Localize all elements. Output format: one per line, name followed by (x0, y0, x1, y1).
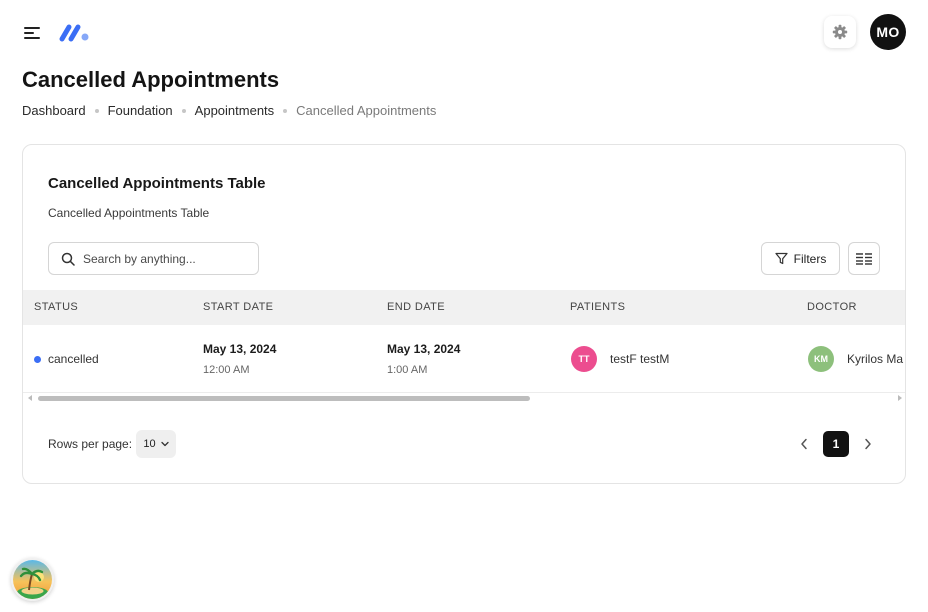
previous-page-button[interactable] (795, 434, 813, 454)
filters-label: Filters (793, 251, 827, 266)
filter-icon (775, 252, 788, 265)
start-date: May 13, 2024 (203, 342, 277, 356)
breadcrumb: Dashboard Foundation Appointments Cancel… (22, 103, 436, 118)
gear-icon (832, 24, 848, 40)
search-icon (61, 252, 75, 266)
breadcrumb-foundation[interactable]: Foundation (108, 103, 173, 118)
search-box[interactable] (48, 242, 259, 275)
chevron-right-icon (865, 438, 871, 450)
column-view-button[interactable] (848, 242, 880, 275)
appointments-card: Cancelled Appointments Table Cancelled A… (22, 144, 906, 484)
status-dot (34, 355, 41, 363)
horizontal-scrollbar[interactable] (23, 393, 905, 404)
column-header-end-date[interactable]: END DATE (387, 301, 445, 313)
palm-island-icon (13, 560, 52, 599)
chevron-left-icon (801, 438, 807, 450)
rows-per-page-select[interactable]: 10 (136, 430, 176, 458)
breadcrumb-dashboard[interactable]: Dashboard (22, 103, 86, 118)
end-time: 1:00 AM (387, 364, 428, 376)
top-bar: MO (0, 0, 928, 64)
card-subtitle: Cancelled Appointments Table (48, 206, 210, 220)
scroll-left-arrow-icon[interactable] (28, 395, 32, 401)
breadcrumb-separator (283, 108, 288, 113)
rows-per-page-value: 10 (143, 438, 156, 450)
card-title: Cancelled Appointments Table (48, 175, 266, 192)
settings-button[interactable] (824, 16, 856, 48)
patient-name[interactable]: testF testM (610, 352, 669, 366)
island-assistant-button[interactable] (11, 558, 54, 601)
column-layout-icon (856, 252, 872, 265)
breadcrumb-appointments[interactable]: Appointments (195, 103, 275, 118)
filters-button[interactable]: Filters (761, 242, 840, 275)
next-page-button[interactable] (859, 434, 877, 454)
start-time: 12:00 AM (203, 364, 250, 376)
breadcrumb-separator (94, 108, 99, 113)
doctor-name[interactable]: Kyrilos Ma (847, 352, 903, 366)
doctor-avatar: KM (808, 346, 834, 372)
status-text: cancelled (48, 352, 99, 366)
page-title: Cancelled Appointments (22, 67, 280, 92)
breadcrumb-current: Cancelled Appointments (296, 103, 437, 118)
chevron-down-icon (160, 441, 169, 447)
column-header-patients[interactable]: PATIENTS (570, 301, 625, 313)
patient-avatar: TT (571, 346, 597, 372)
end-date: May 13, 2024 (387, 342, 461, 356)
brand-logo-icon[interactable] (58, 22, 92, 44)
status-cell: cancelled (34, 352, 99, 366)
column-header-doctor[interactable]: DOCTOR (807, 301, 857, 313)
scroll-right-arrow-icon[interactable] (898, 395, 902, 401)
column-header-status[interactable]: STATUS (34, 301, 78, 313)
breadcrumb-separator (181, 108, 186, 113)
rows-per-page-label: Rows per page: (48, 437, 133, 451)
hamburger-menu-icon[interactable] (22, 22, 44, 42)
search-input[interactable] (83, 251, 243, 266)
column-header-start-date[interactable]: START DATE (203, 301, 273, 313)
scrollbar-thumb[interactable] (38, 396, 530, 401)
table-row[interactable]: cancelled May 13, 2024 12:00 AM May 13, … (23, 325, 905, 393)
table-header: STATUS START DATE END DATE PATIENTS DOCT… (23, 290, 905, 325)
page-button-current[interactable]: 1 (823, 431, 849, 457)
user-avatar[interactable]: MO (870, 14, 906, 50)
